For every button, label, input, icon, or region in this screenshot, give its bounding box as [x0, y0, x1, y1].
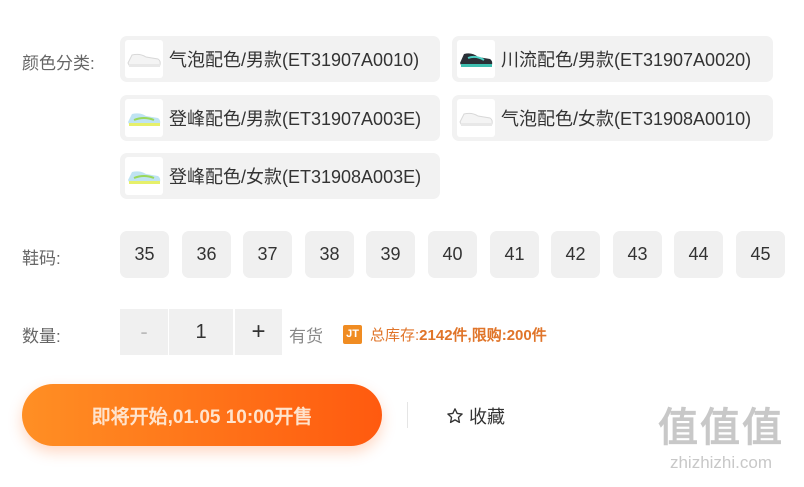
color-option-label: 登峰配色/女款(ET31908A003E): [169, 167, 422, 187]
size-option[interactable]: 38: [305, 231, 354, 278]
watermark-domain: zhizhizhi.com: [669, 453, 773, 472]
size-option[interactable]: 36: [182, 231, 231, 278]
color-option-label: 气泡配色/女款(ET31908A0010): [501, 109, 752, 129]
color-option-label: 登峰配色/男款(ET31907A003E): [169, 109, 422, 129]
color-option-5[interactable]: 登峰配色/女款(ET31908A003E): [120, 153, 440, 199]
size-option[interactable]: 40: [428, 231, 477, 278]
stock-status: 有货: [289, 327, 323, 346]
size-label: 鞋码:: [22, 249, 61, 268]
favorite-button[interactable]: 收藏: [446, 401, 505, 431]
color-option-4[interactable]: 气泡配色/女款(ET31908A0010): [452, 95, 773, 141]
size-option[interactable]: 37: [243, 231, 292, 278]
jt-badge-icon: JT: [343, 324, 362, 344]
star-icon: [446, 407, 464, 425]
size-option[interactable]: 35: [120, 231, 169, 278]
lightblue-sneaker-icon: [125, 157, 163, 195]
watermark-logo: 值值值: [658, 406, 784, 450]
quantity-label: 数量:: [22, 327, 61, 346]
size-option[interactable]: 45: [736, 231, 785, 278]
white-sneaker-icon: [457, 99, 495, 137]
color-option-2[interactable]: 川流配色/男款(ET31907A0020): [452, 36, 773, 82]
stock-info: JT 总库存: 2142件,限购:200件: [343, 323, 547, 345]
quantity-decrement-button[interactable]: -: [120, 309, 168, 355]
color-option-label: 气泡配色/男款(ET31907A0010): [169, 50, 420, 70]
favorite-label: 收藏: [469, 407, 505, 427]
divider: [407, 402, 408, 428]
presale-button[interactable]: 即将开始,01.05 10:00开售: [22, 384, 382, 446]
size-option[interactable]: 39: [366, 231, 415, 278]
color-label: 颜色分类:: [22, 54, 95, 73]
size-option[interactable]: 41: [490, 231, 539, 278]
size-option[interactable]: 42: [551, 231, 600, 278]
color-option-3[interactable]: 登峰配色/男款(ET31907A003E): [120, 95, 440, 141]
lightblue-sneaker-icon: [125, 99, 163, 137]
size-option[interactable]: 43: [613, 231, 662, 278]
white-sneaker-icon: [125, 40, 163, 78]
stock-prefix: 总库存:: [370, 326, 420, 344]
color-option-1[interactable]: 气泡配色/男款(ET31907A0010): [120, 36, 440, 82]
color-option-label: 川流配色/男款(ET31907A0020): [501, 50, 752, 70]
stock-detail: 2142件,限购:200件: [419, 326, 547, 344]
size-option[interactable]: 44: [674, 231, 723, 278]
dark-sneaker-icon: [457, 40, 495, 78]
quantity-increment-button[interactable]: +: [235, 309, 282, 355]
quantity-input[interactable]: 1: [169, 309, 233, 355]
watermark: 值值值 zhizhizhi.com: [646, 404, 796, 484]
